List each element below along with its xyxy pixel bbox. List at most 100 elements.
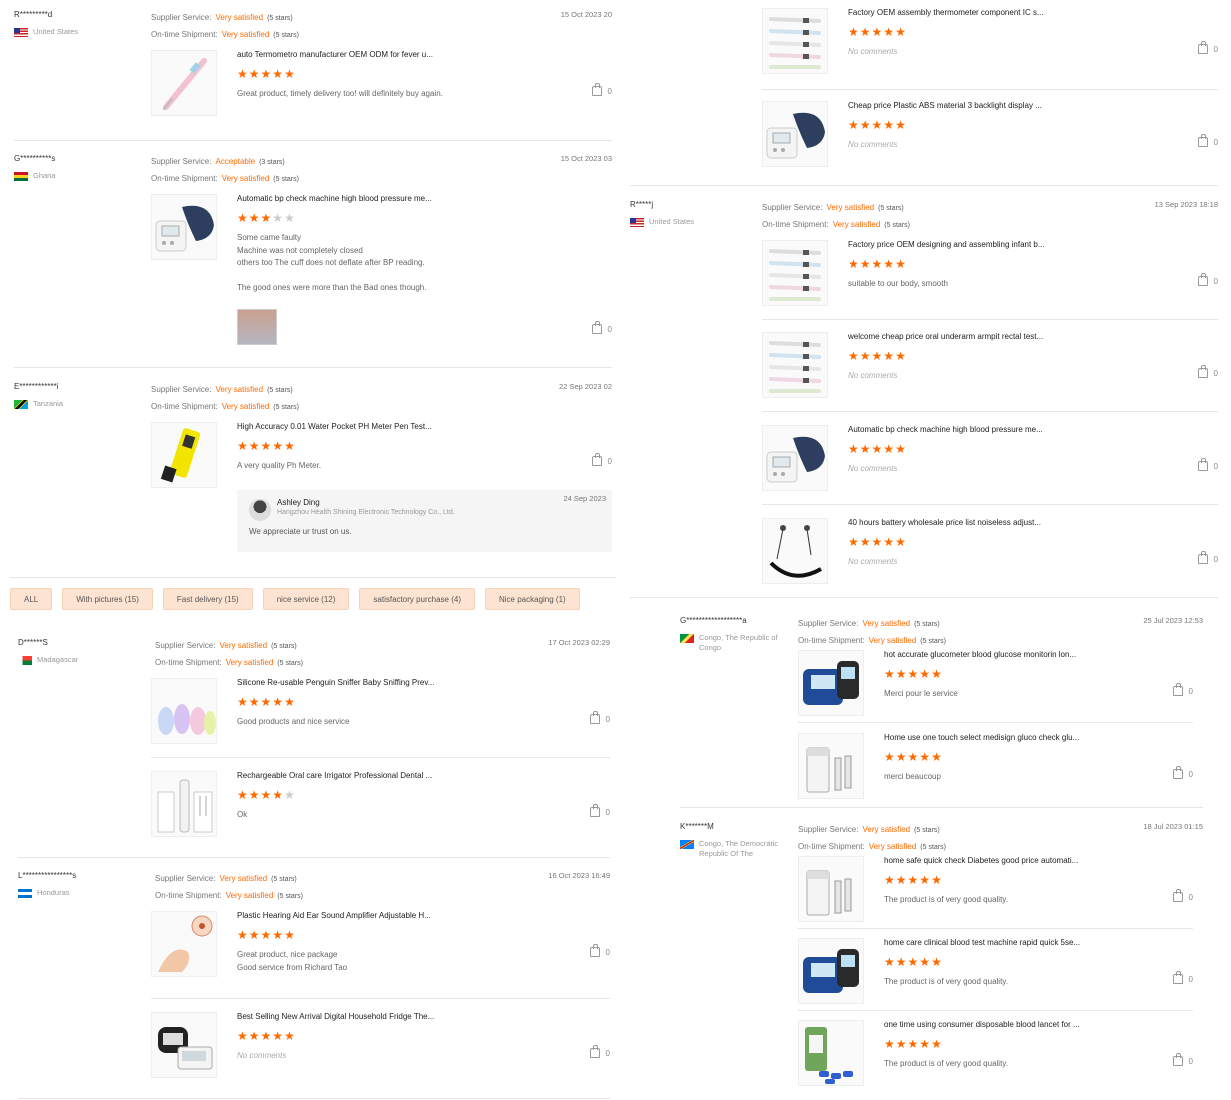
product-thumbnail[interactable] xyxy=(762,332,828,398)
product-title-link[interactable]: home safe quick check Diabetes good pric… xyxy=(884,856,1078,865)
product-title-link[interactable]: Automatic bp check machine high blood pr… xyxy=(237,194,432,203)
like-button[interactable]: 0 xyxy=(589,1045,610,1058)
like-button[interactable]: 0 xyxy=(1197,551,1218,564)
product-thumbnail[interactable] xyxy=(151,1012,217,1078)
supplier-service-rating: Very satisfied xyxy=(215,385,264,394)
product-thumbnail[interactable] xyxy=(798,938,864,1004)
product-title-link[interactable]: auto Termometro manufacturer OEM ODM for… xyxy=(237,50,433,59)
like-button[interactable]: 0 xyxy=(1197,365,1218,378)
like-button[interactable]: 0 xyxy=(1172,971,1193,984)
product-title-link[interactable]: Factory price OEM designing and assembli… xyxy=(848,240,1045,249)
product-title-link[interactable]: 40 hours battery wholesale price list no… xyxy=(848,518,1041,527)
product-title-link[interactable]: Plastic Hearing Aid Ear Sound Amplifier … xyxy=(237,911,431,920)
divider xyxy=(630,597,1218,598)
star-icon: ★ xyxy=(884,750,896,764)
tag-satisfactory-purchase[interactable]: satisfactory purchase (4) xyxy=(359,588,475,610)
like-count: 0 xyxy=(1188,892,1193,902)
product-title-link[interactable]: Factory OEM assembly thermometer compone… xyxy=(848,8,1044,17)
bp-monitor-icon xyxy=(763,112,827,166)
like-button[interactable]: 0 xyxy=(1197,273,1218,286)
product-title-link[interactable]: Silicone Re-usable Penguin Sniffer Baby … xyxy=(237,678,434,687)
product-thumbnail[interactable] xyxy=(151,678,217,744)
like-button[interactable]: 0 xyxy=(1172,766,1193,779)
review-comment: No comments xyxy=(848,47,898,56)
product-title-link[interactable]: Rechargeable Oral care Irrigator Profess… xyxy=(237,771,432,780)
star-icon: ★ xyxy=(848,118,860,132)
star-rating: ★★★★★ xyxy=(848,26,907,38)
product-thumbnail[interactable] xyxy=(151,194,217,260)
supplier-service-label: Supplier Service: xyxy=(151,385,212,394)
product-title-link[interactable]: welcome cheap price oral underarm armpit… xyxy=(848,332,1043,341)
review-comment: Great product, timely delivery too! will… xyxy=(237,89,443,98)
tag-nice-service[interactable]: nice service (12) xyxy=(262,588,350,610)
product-thumbnail[interactable] xyxy=(798,650,864,716)
like-button[interactable]: 0 xyxy=(589,804,610,817)
reviewer-name: E************i xyxy=(14,382,59,391)
product-title-link[interactable]: hot accurate glucometer blood glucose mo… xyxy=(884,650,1076,659)
like-button[interactable]: 0 xyxy=(1172,1053,1193,1066)
country-name: United States xyxy=(33,27,79,36)
product-title-link[interactable]: High Accuracy 0.01 Water Pocket PH Meter… xyxy=(237,422,432,431)
star-icon: ★ xyxy=(260,211,273,225)
star-icon: ★ xyxy=(883,535,896,549)
like-button[interactable]: 0 xyxy=(1197,134,1218,147)
product-thumbnail[interactable] xyxy=(151,771,217,837)
like-button[interactable]: 0 xyxy=(589,944,610,957)
product-thumbnail[interactable] xyxy=(762,8,828,74)
like-button[interactable]: 0 xyxy=(1172,683,1193,696)
country-flag-icon xyxy=(680,634,694,643)
tag-with-pictures[interactable]: With pictures (15) xyxy=(62,588,153,610)
tag-nice-packaging[interactable]: Nice packaging (1) xyxy=(485,588,580,610)
review-date: 25 Jul 2023 12:53 xyxy=(1143,616,1203,625)
star-icon: ★ xyxy=(895,118,907,132)
supplier-service-label: Supplier Service: xyxy=(762,203,823,212)
like-button[interactable]: 0 xyxy=(1197,458,1218,471)
product-title-link[interactable]: Home use one touch select medisign gluco… xyxy=(884,733,1079,742)
star-rating: ★★★★★ xyxy=(884,1038,943,1050)
glucometer-icon xyxy=(799,949,863,1003)
thermometer-set-icon xyxy=(763,249,827,305)
product-thumbnail[interactable] xyxy=(798,1020,864,1086)
product-thumbnail[interactable] xyxy=(798,733,864,799)
like-button[interactable]: 0 xyxy=(589,711,610,724)
like-button[interactable]: 0 xyxy=(1197,41,1218,54)
like-button[interactable]: 0 xyxy=(1172,889,1193,902)
tag-all[interactable]: ALL xyxy=(10,588,53,610)
country-name: Congo, The Republic of Congo xyxy=(699,633,778,652)
star-rating: ★★★★★ xyxy=(237,696,296,708)
product-thumbnail[interactable] xyxy=(798,856,864,922)
like-button[interactable]: 0 xyxy=(591,453,612,466)
product-title-link[interactable]: Best Selling New Arrival Digital Househo… xyxy=(237,1012,434,1021)
product-thumbnail[interactable] xyxy=(762,518,828,584)
review-product: home care clinical blood test machine ra… xyxy=(798,938,1193,1011)
star-icon: ★ xyxy=(871,257,884,271)
product-thumbnail[interactable] xyxy=(762,240,828,306)
star-rating: ★★★★★ xyxy=(848,350,907,362)
product-title-link[interactable]: home care clinical blood test machine ra… xyxy=(884,938,1080,947)
star-icon: ★ xyxy=(859,349,872,363)
star-icon: ★ xyxy=(859,442,872,456)
product-thumbnail[interactable] xyxy=(151,422,217,488)
product-thumbnail[interactable] xyxy=(762,425,828,491)
star-icon: ★ xyxy=(284,1029,296,1043)
rating-summary: Supplier Service: Very satisfied (5 stars)… xyxy=(798,822,946,856)
product-thumbnail[interactable] xyxy=(762,101,828,167)
review-product: Factory OEM assembly thermometer compone… xyxy=(762,8,1218,90)
product-title-link[interactable]: Cheap price Plastic ABS material 3 backl… xyxy=(848,101,1042,110)
product-thumbnail[interactable] xyxy=(151,911,217,977)
review-product: High Accuracy 0.01 Water Pocket PH Meter… xyxy=(151,422,612,492)
star-icon: ★ xyxy=(260,439,273,453)
tag-fast-delivery[interactable]: Fast delivery (15) xyxy=(162,588,253,610)
rating-summary: Supplier Service: Very satisfied (5 stars)… xyxy=(798,616,946,650)
like-button[interactable]: 0 xyxy=(591,321,612,334)
star-rating: ★★★★★ xyxy=(237,789,296,801)
star-icon: ★ xyxy=(907,750,920,764)
like-button[interactable]: 0 xyxy=(591,83,612,96)
ontime-shipment-rating: Very satisfied xyxy=(221,174,270,183)
fridge-thermometer-icon xyxy=(152,1027,216,1077)
product-title-link[interactable]: Automatic bp check machine high blood pr… xyxy=(848,425,1043,434)
ontime-shipment-label: On-time Shipment: xyxy=(798,842,865,851)
review-attachment-image[interactable] xyxy=(237,309,277,345)
product-title-link[interactable]: one time using consumer disposable blood… xyxy=(884,1020,1080,1029)
product-thumbnail[interactable] xyxy=(151,50,217,116)
